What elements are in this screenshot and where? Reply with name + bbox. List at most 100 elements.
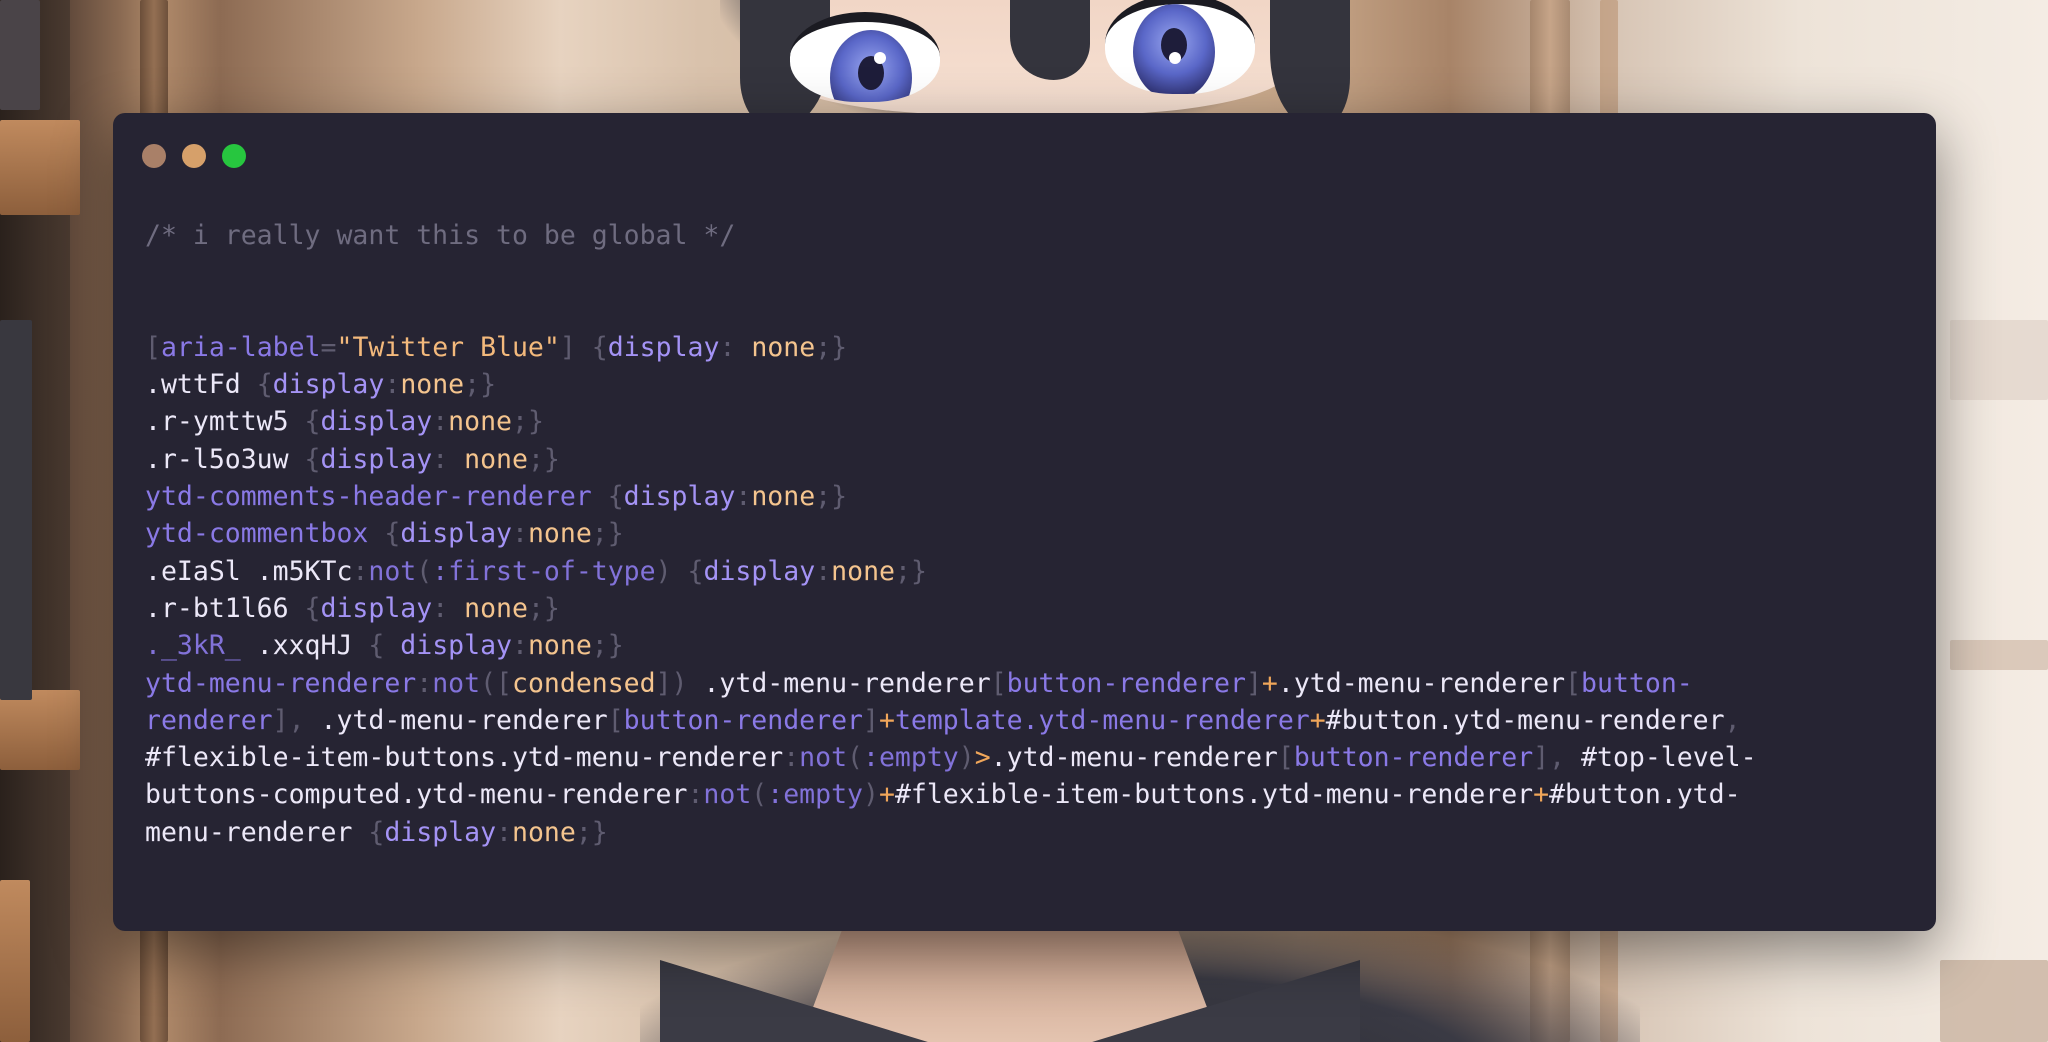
code-token: > [974, 742, 991, 774]
code-token: ytd-commentbox [145, 518, 369, 550]
code-token: display [400, 630, 512, 662]
maximize-button[interactable] [222, 144, 246, 168]
code-token: { [304, 443, 321, 475]
code-token: : [384, 369, 401, 401]
code-token: condensed [512, 667, 656, 699]
code-line: renderer], .ytd-menu-renderer[button-ren… [145, 702, 1920, 739]
code-token: #flexible-item-buttons.ytd-menu-renderer [145, 742, 784, 774]
code-token: ;} [527, 443, 560, 475]
code-token: { [384, 518, 401, 550]
code-token: button-renderer [623, 704, 863, 736]
minimize-button[interactable] [182, 144, 206, 168]
code-token: ;} [527, 592, 560, 624]
book [0, 320, 32, 700]
code-token: :empty [767, 779, 863, 811]
code-token: + [1261, 667, 1278, 699]
code-token: : [432, 592, 465, 624]
code-token: none [512, 816, 576, 848]
code-line: ytd-comments-header-renderer {display:no… [145, 478, 1920, 515]
code-token: [ [1565, 667, 1582, 699]
code-token: buttons-computed.ytd-menu-renderer [145, 779, 688, 811]
code-token: none [527, 630, 592, 662]
code-token: + [1533, 779, 1550, 811]
code-token: not [703, 779, 752, 811]
code-line: /* i really want this to be global */ [145, 217, 1920, 254]
code-token: + [878, 704, 895, 736]
code-token: , [1724, 704, 1741, 736]
code-token: ) [958, 742, 975, 774]
code-token: not [432, 667, 481, 699]
code-token: :first-of-type [432, 555, 656, 587]
code-token: ;} [575, 816, 608, 848]
code-token: = [320, 331, 337, 363]
code-token: none [464, 443, 528, 475]
code-token: : [735, 481, 752, 513]
code-token: ( [751, 779, 768, 811]
code-token: [ [607, 704, 624, 736]
code-token: : [687, 779, 704, 811]
code-token: : [432, 443, 465, 475]
code-line: buttons-computed.ytd-menu-renderer:not(:… [145, 776, 1920, 813]
code-token: none [448, 406, 512, 438]
code-token: button-renderer [1293, 742, 1534, 774]
code-token: ([ [480, 667, 512, 699]
code-token: .ytd-menu-renderer [990, 742, 1278, 774]
code-token: display [320, 592, 433, 624]
code-token: { [304, 592, 321, 624]
code-token: [ [145, 331, 161, 363]
code-token: { [607, 481, 624, 513]
code-token: none [527, 518, 592, 550]
code-token: .r-ymttw5 [145, 406, 305, 438]
code-token: ] [863, 704, 879, 736]
code-token: renderer [145, 704, 273, 736]
code-token: .ytd-menu-renderer [320, 704, 608, 736]
code-token: ( [416, 555, 433, 587]
code-token: #button.ytd- [1549, 779, 1741, 811]
code-token: ;} [894, 555, 927, 587]
code-line: ytd-commentbox {display:none;} [145, 515, 1920, 552]
code-token: ;} [591, 518, 624, 550]
window-controls [142, 144, 246, 168]
character-left-eye [790, 12, 940, 102]
code-token: none [464, 592, 528, 624]
code-line: .eIaSl .m5KTc:not(:first-of-type) {displ… [145, 553, 1920, 590]
code-token: display [320, 406, 433, 438]
code-token: ( [847, 742, 863, 774]
code-line: [aria-label="Twitter Blue"] {display: no… [145, 329, 1920, 366]
code-token: display [400, 518, 512, 550]
code-token: ;} [815, 481, 848, 513]
code-token: .r-l5o3uw [145, 443, 305, 475]
code-token: ytd-comments-header-renderer [145, 481, 592, 513]
code-token: { [687, 555, 704, 587]
code-token: /* i really want this to be global */ [145, 220, 736, 251]
code-token: ._3kR_ [145, 630, 241, 662]
code-token: display [607, 331, 720, 363]
bookshelf-plank [0, 690, 80, 770]
code-token: display [623, 481, 736, 513]
close-button[interactable] [142, 144, 166, 168]
code-token: { [368, 630, 401, 662]
code-token: .wttFd [145, 369, 257, 401]
code-token: ) [863, 779, 879, 811]
code-token: "Twitter Blue" [336, 331, 560, 363]
code-token: ]) [655, 667, 704, 699]
code-token: #flexible-item-buttons.ytd-menu-renderer [894, 779, 1534, 811]
code-token: .xxqHJ [240, 630, 369, 662]
code-line: .wttFd {display:none;} [145, 366, 1920, 403]
code-token: :empty [863, 742, 959, 774]
code-token: : [496, 816, 512, 848]
book [0, 0, 40, 110]
code-token: none [751, 331, 816, 363]
code-token: display [384, 816, 497, 848]
code-token: { [304, 406, 321, 438]
shelf-blur [1940, 960, 2048, 1042]
code-token: ytd-menu-renderer [145, 667, 417, 699]
shelf-blur [1950, 640, 2048, 670]
code-token: + [878, 779, 895, 811]
code-token: ], [272, 704, 321, 736]
code-token: .ytd-menu-renderer [1277, 667, 1566, 699]
code-token: display [272, 369, 385, 401]
